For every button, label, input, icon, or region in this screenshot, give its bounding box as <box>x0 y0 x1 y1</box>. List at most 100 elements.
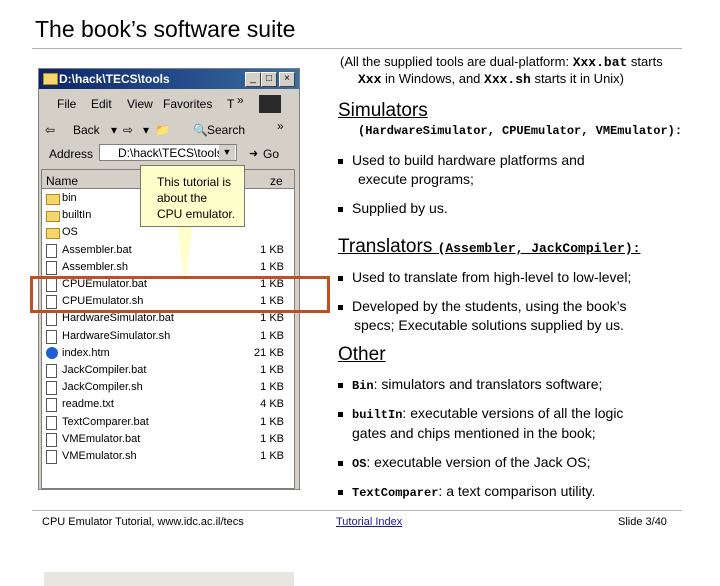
file-size: 1 KB <box>260 415 284 428</box>
maximize-button[interactable]: □ <box>261 72 277 87</box>
menu-overflow[interactable]: » <box>237 93 244 107</box>
windows-logo-icon <box>259 95 281 113</box>
bullet-continued: execute programs; <box>358 171 474 187</box>
intro-text-2: Xxx in Windows, and Xxx.sh starts it in … <box>358 71 625 87</box>
file-size: 4 KB <box>260 398 284 411</box>
horizontal-scrollbar[interactable] <box>44 572 294 586</box>
file-icon <box>46 398 57 413</box>
file-row[interactable]: VMEmulator.sh 1 KB <box>42 448 294 465</box>
file-size: 1 KB <box>260 432 284 445</box>
file-name: readme.txt <box>62 398 114 411</box>
file-row[interactable]: JackCompiler.bat 1 KB <box>42 362 294 379</box>
intro-text: (All the supplied tools are dual-platfor… <box>340 54 663 70</box>
tutorial-index-link[interactable]: Tutorial Index <box>336 516 402 528</box>
title-divider <box>32 48 682 49</box>
file-name: OS <box>62 226 78 239</box>
slide-title: The book’s software suite <box>35 16 296 42</box>
translators-heading: Translators (Assembler, JackCompiler): <box>338 236 641 257</box>
callout-line: CPU emulator. <box>157 207 236 221</box>
file-size: 1 KB <box>260 243 284 256</box>
file-name: index.htm <box>62 346 110 359</box>
file-size: 1 KB <box>260 364 284 376</box>
footer-divider <box>32 510 682 511</box>
menu-view[interactable]: View <box>127 97 153 111</box>
folder-icon <box>46 194 60 205</box>
footer-source: CPU Emulator Tutorial, www.idc.ac.il/tec… <box>42 516 244 528</box>
file-row[interactable]: JackCompiler.sh 1 KB <box>42 379 294 396</box>
back-dropdown-icon[interactable]: ▾ <box>111 123 117 137</box>
forward-arrow-icon[interactable]: ⇨ <box>123 123 133 137</box>
file-name: VMEmulator.bat <box>62 432 141 445</box>
bullet: Developed by the students, using the boo… <box>338 298 626 314</box>
file-name: VMEmulator.sh <box>62 450 137 462</box>
callout-note: This tutorial is about the CPU emulator. <box>140 165 245 227</box>
bullet: Used to build hardware platforms and <box>338 152 585 168</box>
address-input[interactable]: D:\hack\TECS\tools <box>99 144 237 161</box>
menu-edit[interactable]: Edit <box>91 97 112 111</box>
file-row[interactable]: VMEmulator.bat 1 KB <box>42 431 294 448</box>
menu-favorites[interactable]: Favorites <box>163 97 212 111</box>
file-row[interactable]: index.htm 21 KB <box>42 345 294 362</box>
go-button[interactable]: Go <box>263 147 279 161</box>
folder-icon <box>46 228 60 240</box>
bullet: Supplied by us. <box>338 200 448 216</box>
other-heading: Other <box>338 344 386 365</box>
file-name: JackCompiler.sh <box>62 381 143 394</box>
menu-tools[interactable]: T <box>227 97 234 111</box>
file-size: 1 KB <box>260 329 284 342</box>
file-icon <box>46 243 57 258</box>
file-row[interactable]: Assembler.bat 1 KB <box>42 242 294 259</box>
file-name: JackCompiler.bat <box>62 364 147 376</box>
search-button[interactable]: Search <box>207 123 245 137</box>
file-name: bin <box>62 192 77 204</box>
menu-file[interactable]: File <box>57 97 76 111</box>
up-folder-icon[interactable]: 📁 <box>155 123 170 137</box>
file-icon <box>46 381 57 396</box>
file-icon <box>46 260 57 275</box>
cpuemulator-highlight-box <box>30 276 330 313</box>
file-row[interactable]: readme.txt 4 KB <box>42 396 294 413</box>
simulators-heading: Simulators <box>338 100 428 121</box>
file-row[interactable]: Assembler.sh 1 KB <box>42 259 294 276</box>
window-titlebar[interactable]: D:\hack\TECS\tools _ □ × <box>39 69 299 89</box>
file-row[interactable]: TextComparer.bat 1 KB <box>42 414 294 431</box>
file-size: 1 KB <box>260 312 284 325</box>
window-title: D:\hack\TECS\tools <box>59 72 170 86</box>
search-icon[interactable]: 🔍 <box>193 123 208 137</box>
column-name[interactable]: Name <box>46 174 78 188</box>
file-icon <box>46 364 57 378</box>
close-button[interactable]: × <box>279 72 295 87</box>
file-name: Assembler.bat <box>62 243 132 256</box>
file-icon <box>46 415 57 430</box>
file-row[interactable]: HardwareSimulator.sh 1 KB <box>42 328 294 345</box>
bullet: TextComparer: a text comparison utility. <box>338 483 595 500</box>
folder-icon <box>46 211 60 223</box>
bullet-continued: specs; Executable solutions supplied by … <box>354 317 625 333</box>
go-arrow-icon[interactable]: ➜ <box>249 147 258 160</box>
back-button[interactable]: Back <box>73 123 100 137</box>
slide-number: Slide 3/40 <box>618 516 667 528</box>
file-icon <box>46 432 57 447</box>
bullet: Used to translate from high-level to low… <box>338 269 631 285</box>
address-dropdown-icon[interactable]: ▼ <box>219 145 235 160</box>
file-name: TextComparer.bat <box>62 415 149 428</box>
bullet-continued: gates and chips mentioned in the book; <box>352 425 596 441</box>
back-arrow-icon[interactable]: ⇦ <box>45 123 55 137</box>
minimize-button[interactable]: _ <box>245 72 261 87</box>
simulators-list: (HardwareSimulator, CPUEmulator, VMEmula… <box>358 124 683 138</box>
address-label: Address <box>49 147 94 161</box>
callout-line: about the <box>157 191 208 205</box>
file-name: Assembler.sh <box>62 260 129 273</box>
column-size[interactable]: ze <box>270 174 283 188</box>
callout-line: This tutorial is <box>157 175 232 189</box>
folder-icon <box>43 73 58 85</box>
internet-explorer-icon <box>46 346 58 359</box>
bullet: Bin: simulators and translators software… <box>338 376 602 393</box>
file-name: HardwareSimulator.sh <box>62 329 171 342</box>
bullet: OS: executable version of the Jack OS; <box>338 454 591 471</box>
file-size: 1 KB <box>260 450 284 462</box>
file-icon <box>46 329 57 344</box>
toolbar-overflow[interactable]: » <box>277 119 284 133</box>
file-icon <box>46 312 57 327</box>
forward-dropdown-icon[interactable]: ▾ <box>143 123 149 137</box>
